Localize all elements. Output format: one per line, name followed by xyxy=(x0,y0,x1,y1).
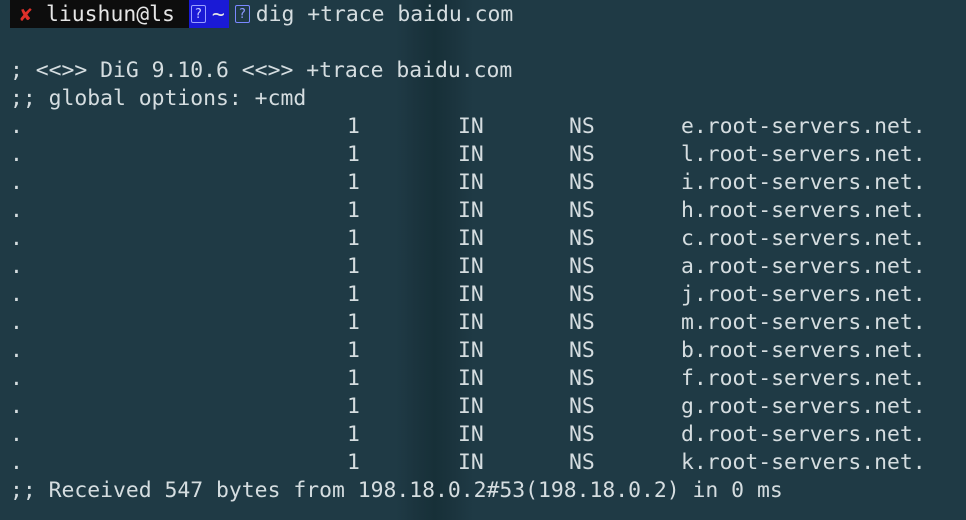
shell-prompt: ✘ liushun@ls ? ~ ? dig +trace baidu.com xyxy=(10,0,513,28)
record-nameserver: b.root-servers.net. xyxy=(681,338,926,363)
record-ttl: 1 xyxy=(347,254,360,279)
record-nameserver: i.root-servers.net. xyxy=(681,170,926,195)
record-name: . xyxy=(10,394,23,419)
record-ttl: 1 xyxy=(347,422,360,447)
record-class: IN xyxy=(458,142,484,167)
record-ttl: 1 xyxy=(347,366,360,391)
record-class: IN xyxy=(458,198,484,223)
record-class: IN xyxy=(458,282,484,307)
record-nameserver: f.root-servers.net. xyxy=(681,366,926,391)
prompt-current-dir: ~ xyxy=(211,1,225,27)
record-nameserver: l.root-servers.net. xyxy=(681,142,926,167)
record-ttl: 1 xyxy=(347,338,360,363)
record-ttl: 1 xyxy=(347,170,360,195)
record-name: . xyxy=(10,114,23,139)
record-type: NS xyxy=(569,394,595,419)
record-name: . xyxy=(10,170,23,195)
terminal-window[interactable]: ✘ liushun@ls ? ~ ? dig +trace baidu.com … xyxy=(0,0,966,520)
missing-glyph-arrow-icon: ? xyxy=(234,5,250,23)
record-type: NS xyxy=(569,114,595,139)
record-class: IN xyxy=(458,170,484,195)
record-ttl: 1 xyxy=(347,142,360,167)
record-name: . xyxy=(10,142,23,167)
record-name: . xyxy=(10,226,23,251)
record-type: NS xyxy=(569,366,595,391)
record-class: IN xyxy=(458,338,484,363)
record-nameserver: g.root-servers.net. xyxy=(681,394,926,419)
record-type: NS xyxy=(569,170,595,195)
record-class: IN xyxy=(458,114,484,139)
record-nameserver: h.root-servers.net. xyxy=(681,198,926,223)
dig-header-line: ; <<>> DiG 9.10.6 <<>> +trace baidu.com xyxy=(10,58,513,83)
record-name: . xyxy=(10,254,23,279)
prompt-arrow-segment: ? xyxy=(229,0,254,28)
record-type: NS xyxy=(569,450,595,475)
record-name: . xyxy=(10,422,23,447)
record-nameserver: k.root-servers.net. xyxy=(681,450,926,475)
record-ttl: 1 xyxy=(347,282,360,307)
record-nameserver: c.root-servers.net. xyxy=(681,226,926,251)
record-class: IN xyxy=(458,226,484,251)
error-status-icon: ✘ xyxy=(20,2,33,26)
record-name: . xyxy=(10,310,23,335)
record-type: NS xyxy=(569,226,595,251)
record-class: IN xyxy=(458,450,484,475)
record-ttl: 1 xyxy=(347,198,360,223)
record-nameserver: a.root-servers.net. xyxy=(681,254,926,279)
record-type: NS xyxy=(569,282,595,307)
record-class: IN xyxy=(458,394,484,419)
record-type: NS xyxy=(569,310,595,335)
record-class: IN xyxy=(458,254,484,279)
record-class: IN xyxy=(458,310,484,335)
record-name: . xyxy=(10,366,23,391)
prompt-user-host: liushun@ls xyxy=(46,1,175,27)
record-nameserver: m.root-servers.net. xyxy=(681,310,926,335)
record-class: IN xyxy=(458,422,484,447)
record-nameserver: j.root-servers.net. xyxy=(681,282,926,307)
record-ttl: 1 xyxy=(347,394,360,419)
record-type: NS xyxy=(569,142,595,167)
record-ttl: 1 xyxy=(347,450,360,475)
received-summary-line: ;; Received 547 bytes from 198.18.0.2#53… xyxy=(10,478,783,503)
record-name: . xyxy=(10,198,23,223)
record-type: NS xyxy=(569,198,595,223)
prompt-dir-segment: ? ~ xyxy=(188,0,229,28)
prompt-user-segment: ✘ liushun@ls xyxy=(10,0,189,28)
record-ttl: 1 xyxy=(347,226,360,251)
record-class: IN xyxy=(458,366,484,391)
record-type: NS xyxy=(569,422,595,447)
record-nameserver: d.root-servers.net. xyxy=(681,422,926,447)
command-text[interactable]: dig +trace baidu.com xyxy=(254,2,514,27)
record-type: NS xyxy=(569,338,595,363)
missing-glyph-icon: ? xyxy=(190,5,206,23)
record-ttl: 1 xyxy=(347,310,360,335)
record-name: . xyxy=(10,282,23,307)
record-ttl: 1 xyxy=(347,114,360,139)
record-nameserver: e.root-servers.net. xyxy=(681,114,926,139)
record-name: . xyxy=(10,450,23,475)
record-type: NS xyxy=(569,254,595,279)
global-options-line: ;; global options: +cmd xyxy=(10,86,307,111)
record-name: . xyxy=(10,338,23,363)
